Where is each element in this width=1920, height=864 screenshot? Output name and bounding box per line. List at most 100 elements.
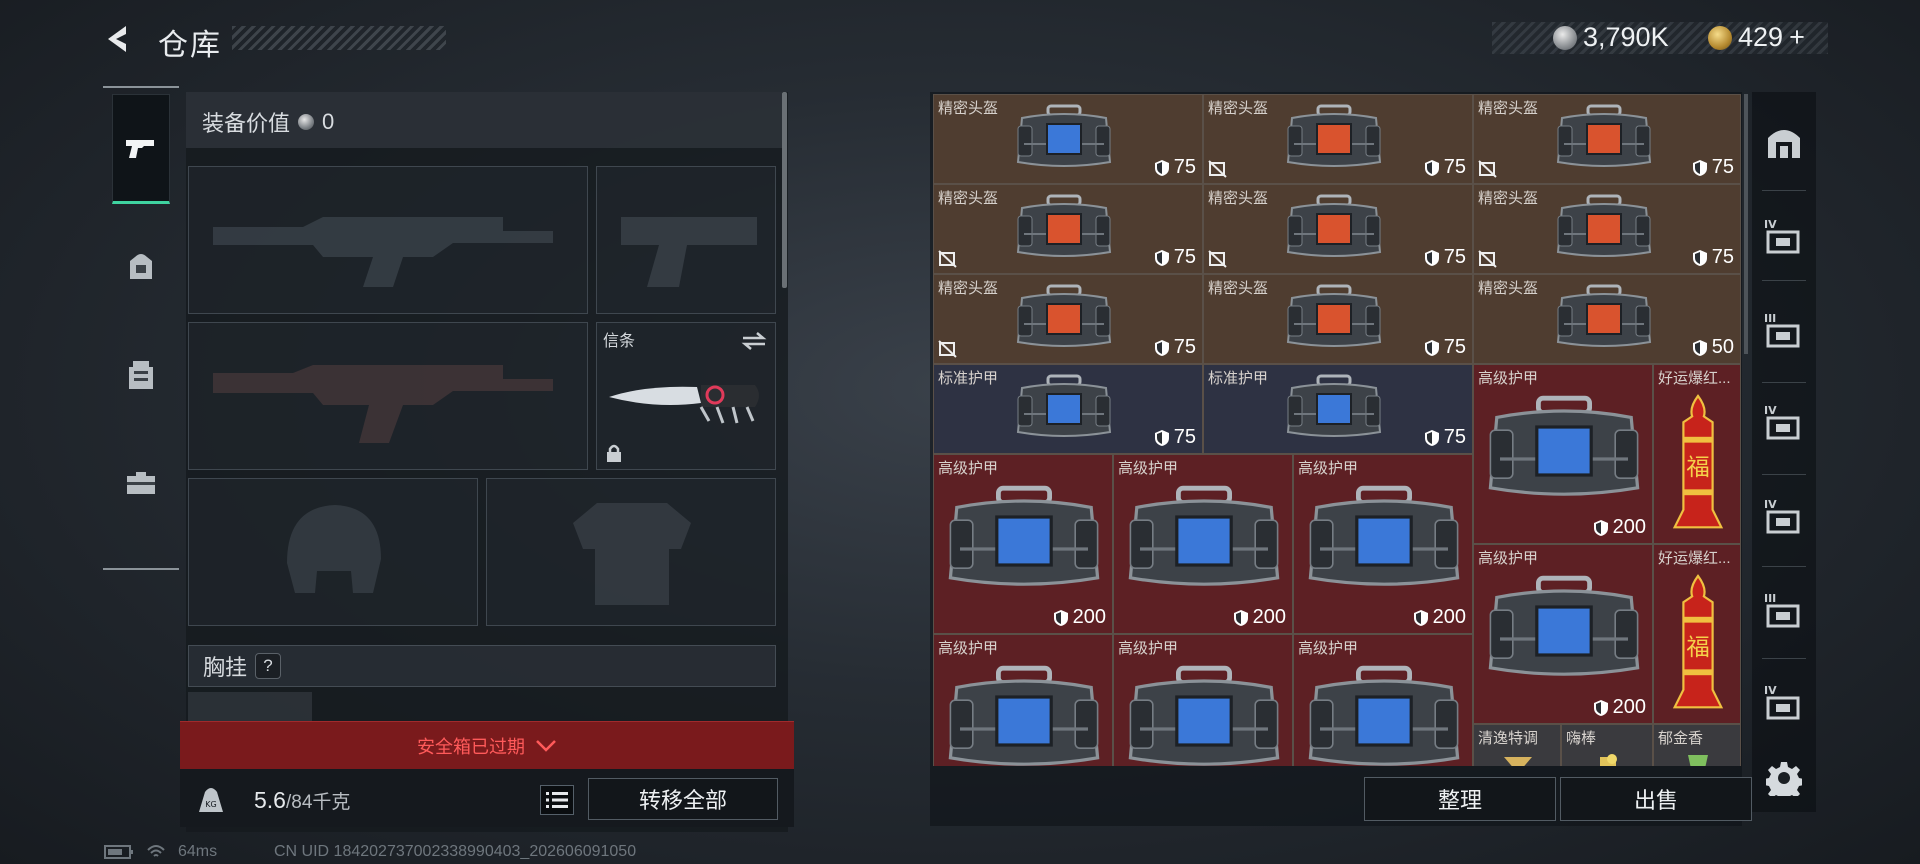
tulip-glass-icon — [1688, 755, 1708, 766]
durability-badge: 200 — [1413, 606, 1466, 629]
inventory-item[interactable]: 清逸特调 — [1473, 724, 1561, 766]
item-name: 好运爆红... — [1658, 550, 1731, 567]
durability-shield-icon — [1233, 609, 1248, 626]
tab-divider — [1762, 566, 1806, 567]
primary-weapon-slot[interactable] — [188, 166, 588, 314]
item-name: 嗨棒 — [1566, 730, 1597, 747]
tab-tier-storage[interactable]: IV — [1760, 212, 1808, 260]
briefcase-icon — [127, 472, 155, 494]
tab-tier-storage[interactable]: IV — [1760, 678, 1808, 726]
inventory-item[interactable]: 高级护甲 — [933, 634, 1113, 766]
durability-badge: 50 — [1692, 336, 1734, 359]
durability-value: 50 — [1711, 336, 1734, 358]
settings-gear-icon[interactable] — [1766, 760, 1802, 796]
chest-rig-header: 胸挂 ? — [188, 645, 776, 687]
durability-value: 200 — [1432, 606, 1466, 628]
tab-all-storage[interactable] — [1760, 118, 1808, 166]
back-button[interactable] — [102, 22, 136, 56]
no-repair-icon — [1208, 160, 1227, 178]
inventory-item[interactable]: 标准护甲 75 — [933, 364, 1203, 454]
swap-icon[interactable] — [741, 331, 767, 351]
tab-tier-storage[interactable]: III — [1760, 306, 1808, 354]
inventory-item[interactable]: 精密头盔 75 — [1203, 274, 1473, 364]
item-name: 精密头盔 — [938, 100, 999, 117]
durability-badge: 200 — [1593, 696, 1646, 719]
melee-slot[interactable]: 信条 — [596, 322, 776, 470]
chest-rig-label: 胸挂 — [203, 655, 248, 680]
durability-badge: 75 — [1424, 336, 1466, 359]
inventory-item[interactable]: 精密头盔 75 — [933, 274, 1203, 364]
secondary-weapon-slot[interactable] — [188, 322, 588, 470]
cocktail-glass-icon — [1504, 757, 1532, 766]
armor-silhouette-icon — [573, 503, 691, 605]
armor-slot[interactable] — [486, 478, 776, 626]
inventory-item[interactable]: 精密头盔 75 — [1473, 94, 1741, 184]
durability-badge: 75 — [1154, 336, 1196, 359]
gear-bag-icon — [1128, 485, 1280, 586]
tier-storage-icon: IV — [1764, 404, 1800, 440]
item-name: 好运爆红... — [1658, 370, 1731, 387]
tab-divider — [1762, 280, 1806, 281]
svg-text:福: 福 — [1686, 453, 1709, 481]
help-button[interactable]: ? — [255, 653, 282, 679]
inventory-item[interactable]: 精密头盔 50 — [1473, 274, 1741, 364]
sell-button[interactable]: 出售 — [1560, 777, 1752, 821]
inventory-item[interactable]: 精密头盔 75 — [933, 94, 1203, 184]
loadout-tabs — [103, 86, 179, 570]
transfer-all-button[interactable]: 转移全部 — [588, 778, 778, 820]
storage-scrollbar[interactable] — [1744, 94, 1748, 354]
scrollbar[interactable] — [782, 92, 787, 288]
inventory-item[interactable]: 高级护甲 200 — [1473, 544, 1653, 724]
tier-label: IV — [1764, 404, 1777, 417]
plus-icon[interactable]: + — [1789, 22, 1805, 53]
inventory-item[interactable]: 精密头盔 75 — [1203, 94, 1473, 184]
inventory-item[interactable]: 好运爆红... 福 — [1653, 544, 1741, 724]
title-decoration — [232, 26, 446, 50]
durability-shield-icon — [1424, 159, 1439, 176]
tab-weapons[interactable] — [112, 94, 170, 204]
inventory-item[interactable]: 好运爆红... 福 — [1653, 364, 1741, 544]
durability-value: 75 — [1173, 426, 1196, 448]
chevron-down-icon — [536, 739, 556, 752]
item-name: 标准护甲 — [938, 370, 999, 387]
currency-premium[interactable]: 429 + — [1708, 22, 1805, 53]
inventory-item[interactable]: 高级护甲 200 — [933, 454, 1113, 634]
inventory-item[interactable]: 高级护甲 — [1293, 634, 1473, 766]
helmet-slot[interactable] — [188, 478, 478, 626]
inventory-item[interactable]: 高级护甲 — [1113, 634, 1293, 766]
tab-case[interactable] — [103, 428, 179, 538]
durability-badge: 75 — [1154, 246, 1196, 269]
rifle-silhouette-icon — [213, 217, 553, 287]
inventory-item[interactable]: 嗨棒 — [1561, 724, 1653, 766]
gear-bag-icon — [1488, 395, 1640, 496]
sort-button[interactable]: 整理 — [1364, 777, 1556, 821]
inventory-item[interactable]: 标准护甲 75 — [1203, 364, 1473, 454]
item-name: 精密头盔 — [1478, 190, 1539, 207]
inventory-item[interactable]: 精密头盔 75 — [1473, 184, 1741, 274]
weight-max: /84千克 — [285, 792, 351, 813]
safebox-expired-banner[interactable]: 安全箱已过期 — [180, 721, 794, 769]
inventory-item[interactable]: 高级护甲 200 — [1473, 364, 1653, 544]
gear-bag-icon — [1016, 374, 1112, 437]
durability-badge: 75 — [1692, 246, 1734, 269]
durability-value: 75 — [1711, 156, 1734, 178]
pistol-slot[interactable] — [596, 166, 776, 314]
inventory-item[interactable]: 高级护甲 200 — [1113, 454, 1293, 634]
list-view-button[interactable] — [540, 785, 574, 815]
item-name: 高级护甲 — [1478, 370, 1539, 387]
tab-backpack[interactable] — [103, 212, 179, 322]
tab-tier-storage[interactable]: IV — [1760, 492, 1808, 540]
currency-hafbucks[interactable]: 3,790K — [1553, 22, 1669, 53]
inventory-item[interactable]: 高级护甲 200 — [1293, 454, 1473, 634]
tab-tier-storage[interactable]: III — [1760, 586, 1808, 634]
inventory-item[interactable]: 精密头盔 75 — [933, 184, 1203, 274]
gear-bag-icon — [1308, 485, 1460, 586]
inventory-item[interactable]: 郁金香 — [1653, 724, 1741, 766]
tab-tier-storage[interactable]: IV — [1760, 398, 1808, 446]
inventory-item[interactable]: 精密头盔 75 — [1203, 184, 1473, 274]
tab-vest[interactable] — [103, 320, 179, 430]
tier-label: III — [1764, 312, 1776, 325]
item-name: 高级护甲 — [1118, 640, 1179, 657]
durability-badge: 75 — [1154, 426, 1196, 449]
tier-label: III — [1764, 592, 1776, 605]
